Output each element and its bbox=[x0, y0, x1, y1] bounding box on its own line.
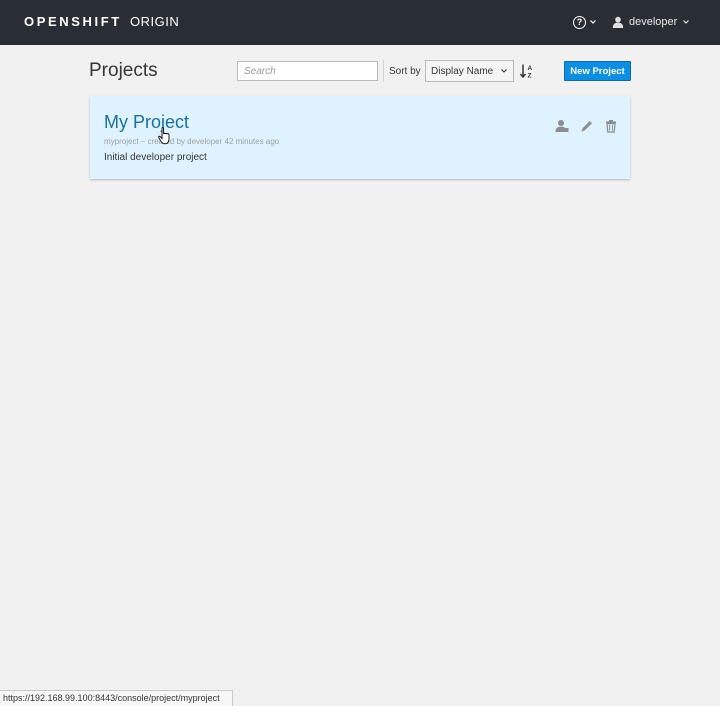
question-circle-icon: ? bbox=[573, 15, 586, 29]
page-title: Projects bbox=[89, 60, 158, 81]
project-description: Initial developer project bbox=[104, 152, 207, 163]
chevron-down-icon bbox=[683, 20, 690, 24]
sort-alpha-asc-icon[interactable]: A Z bbox=[520, 63, 534, 79]
svg-text:A: A bbox=[528, 65, 533, 72]
delete-icon[interactable] bbox=[604, 119, 618, 133]
toolbar-divider bbox=[383, 60, 384, 82]
svg-text:Z: Z bbox=[528, 73, 532, 80]
brand-light-text: ORIGIN bbox=[130, 14, 180, 29]
chevron-down-icon bbox=[590, 20, 596, 24]
sort-by-select[interactable]: Display Name bbox=[425, 60, 514, 82]
browser-status-bar: https://192.168.99.100:8443/console/proj… bbox=[0, 690, 233, 706]
chevron-down-icon bbox=[501, 69, 507, 73]
project-meta: myproject – created by developer 42 minu… bbox=[104, 137, 280, 146]
sort-by-label: Sort by bbox=[389, 66, 421, 77]
username-label: developer bbox=[629, 16, 678, 28]
hand-pointer-cursor-icon bbox=[158, 127, 170, 145]
help-menu[interactable]: ? bbox=[573, 14, 597, 30]
user-menu[interactable]: developer bbox=[612, 14, 690, 30]
openshift-origin-logo[interactable]: OPENSHIFT ORIGIN bbox=[24, 14, 179, 29]
top-navbar: OPENSHIFT ORIGIN ? developer bbox=[0, 0, 720, 45]
user-icon bbox=[612, 16, 624, 28]
view-membership-icon[interactable] bbox=[555, 119, 569, 133]
sort-by-value: Display Name bbox=[431, 65, 494, 77]
project-title-link[interactable]: My Project bbox=[104, 112, 189, 133]
search-input[interactable] bbox=[237, 61, 378, 81]
new-project-button[interactable]: New Project bbox=[564, 61, 631, 81]
edit-icon[interactable] bbox=[580, 119, 594, 133]
brand-bold-text: OPENSHIFT bbox=[24, 14, 122, 29]
